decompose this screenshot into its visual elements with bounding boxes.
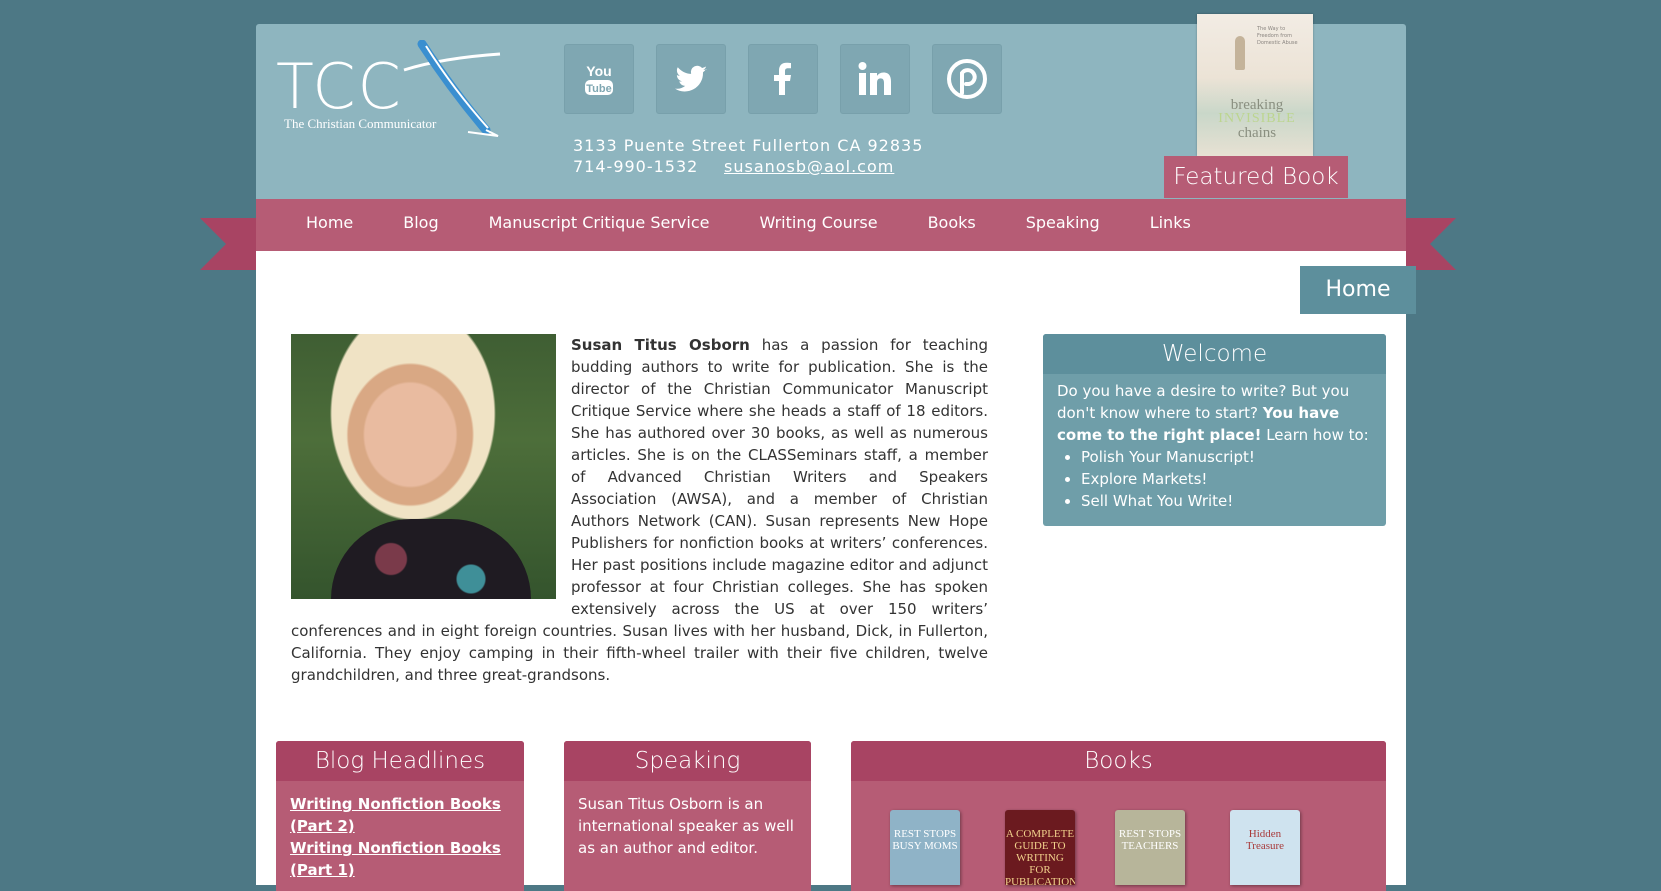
books-title: Books <box>851 741 1386 781</box>
book-thumb[interactable]: A COMPLETE GUIDE TO WRITING FOR PUBLICAT… <box>1005 810 1075 885</box>
speaking-text: Susan Titus Osborn is an international s… <box>578 795 794 857</box>
book-thumb[interactable]: Hidden Treasure <box>1230 810 1300 885</box>
welcome-box: Welcome Do you have a desire to write? B… <box>1043 334 1386 526</box>
twitter-icon <box>675 65 707 92</box>
youtube-link[interactable]: You Tube <box>564 44 634 114</box>
linkedin-icon <box>858 62 891 95</box>
contact-phone: 714-990-1532 <box>573 157 699 176</box>
nav-home[interactable]: Home <box>306 199 353 247</box>
page-title-tab: Home <box>1300 266 1416 314</box>
featured-book-cover[interactable]: The Way to Freedom from Domestic Abuse b… <box>1197 14 1313 156</box>
blog-link[interactable]: Writing Nonfiction Books (Part 2) <box>276 793 524 837</box>
ribbon-tail-left <box>200 218 256 270</box>
cover-title-line2: INVISIBLE <box>1218 111 1296 126</box>
svg-text:Tube: Tube <box>586 83 611 95</box>
nav-writing-course[interactable]: Writing Course <box>759 199 877 247</box>
pinterest-link[interactable] <box>932 44 1002 114</box>
youtube-icon: You Tube <box>585 63 613 95</box>
welcome-title: Welcome <box>1043 334 1386 374</box>
nav-books[interactable]: Books <box>928 199 976 247</box>
cover-title: breaking INVISIBLE chains <box>1215 98 1299 141</box>
blog-link[interactable]: Writing Nonfiction Books (Part 1) <box>276 837 524 881</box>
book-thumb[interactable]: REST STOPS BUSY MOMS <box>890 810 960 885</box>
facebook-link[interactable] <box>748 44 818 114</box>
pinterest-icon <box>947 59 987 99</box>
logo-letters: TCC <box>276 50 403 123</box>
welcome-item: Explore Markets! <box>1081 468 1372 490</box>
twitter-link[interactable] <box>656 44 726 114</box>
speaking-box: Speaking Susan Titus Osborn is an intern… <box>564 741 811 891</box>
nav-blog[interactable]: Blog <box>403 199 438 247</box>
main-nav: Home Blog Manuscript Critique Service Wr… <box>256 199 1406 251</box>
blog-headlines-box: Blog Headlines Writing Nonfiction Books … <box>276 741 524 891</box>
bio-section: Susan Titus Osborn has a passion for tea… <box>291 334 988 686</box>
blog-headlines-title: Blog Headlines <box>276 741 524 781</box>
welcome-text: Do you have a desire to write? But you d… <box>1043 374 1386 512</box>
linkedin-link[interactable] <box>840 44 910 114</box>
book-thumb[interactable]: REST STOPS TEACHERS <box>1115 810 1185 885</box>
contact-email-link[interactable]: susanosb@aol.com <box>724 157 894 176</box>
nav-speaking[interactable]: Speaking <box>1026 199 1100 247</box>
contact-address: 3133 Puente Street Fullerton CA 92835 <box>573 136 924 155</box>
welcome-item: Sell What You Write! <box>1081 490 1372 512</box>
site-logo[interactable]: TCC The Christian Communicator <box>272 40 532 145</box>
featured-book-label[interactable]: Featured Book <box>1164 156 1348 198</box>
cover-figure <box>1235 36 1245 70</box>
welcome-after: Learn how to: <box>1261 426 1369 444</box>
quill-cross-icon <box>403 40 501 137</box>
facebook-icon <box>774 62 791 95</box>
ribbon-tail-right <box>1400 218 1456 270</box>
nav-manuscript-critique[interactable]: Manuscript Critique Service <box>489 199 710 247</box>
author-portrait <box>291 334 556 599</box>
nav-links[interactable]: Links <box>1150 199 1191 247</box>
welcome-item: Polish Your Manuscript! <box>1081 446 1372 468</box>
speaking-title: Speaking <box>564 741 811 781</box>
author-name: Susan Titus Osborn <box>571 336 750 354</box>
cover-subtitle: The Way to Freedom from Domestic Abuse <box>1257 26 1298 46</box>
cover-title-line3: chains <box>1237 125 1277 141</box>
svg-text:You: You <box>586 63 611 79</box>
welcome-list: Polish Your Manuscript! Explore Markets!… <box>1057 446 1372 512</box>
